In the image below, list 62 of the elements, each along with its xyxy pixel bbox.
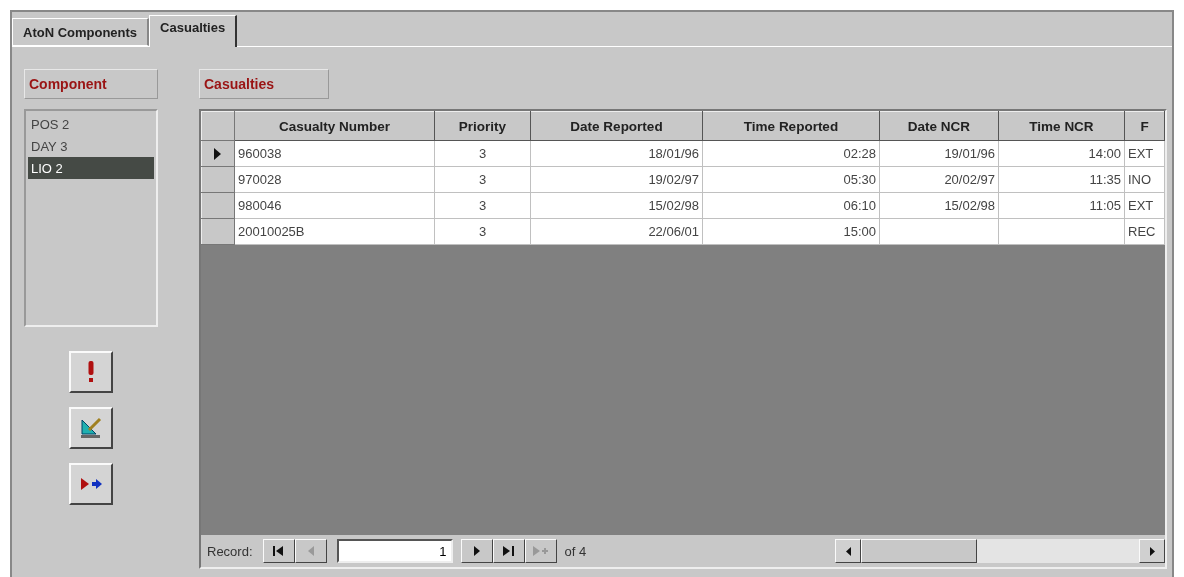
column-header[interactable]: Date Reported [530,111,703,141]
scroll-right-button[interactable] [1139,539,1165,563]
table-cell: 15:00 [702,218,880,245]
table-cell: 18/01/96 [530,140,703,167]
table-cell: 05:30 [702,166,880,193]
tab[interactable]: AtoN Components [12,18,150,46]
left-arrow-icon [845,546,851,556]
new-record-icon [532,546,549,556]
table-cell: 3 [434,140,531,167]
record-number-field[interactable]: 1 [336,539,453,563]
last-record-button[interactable] [492,539,525,563]
table-cell: 06:10 [702,192,880,219]
first-record-button[interactable] [262,539,295,563]
table-cell: 19/02/97 [530,166,703,193]
table-cell: 3 [434,192,531,219]
table-cell: 19/01/96 [879,140,999,167]
record-label: Record: [207,543,253,559]
first-record-icon [272,546,285,556]
table-cell: 11:05 [998,192,1125,219]
scroll-left-button[interactable] [835,539,861,563]
table-cell: 02:28 [702,140,880,167]
table-cell: 970028 [234,166,435,193]
current-row-icon [214,147,221,160]
column-header[interactable]: Time Reported [702,111,880,141]
table-cell: 980046 [234,192,435,219]
list-item[interactable]: DAY 3 [28,135,154,157]
pen-ruler-icon [79,416,103,440]
table-cell: 14:00 [998,140,1125,167]
list-item[interactable]: LIO 2 [28,157,154,179]
record-count: of 4 [564,543,587,559]
table-cell: 20010025B [234,218,435,245]
next-record-button[interactable] [460,539,493,563]
column-header[interactable]: F [1124,111,1165,141]
last-record-icon [502,546,515,556]
corner-cell [201,111,235,141]
right-arrow-icon [1149,546,1155,556]
list-item[interactable]: POS 2 [28,113,154,135]
column-header[interactable]: Time NCR [998,111,1125,141]
tab[interactable]: Casualties [149,15,238,47]
table-cell: 960038 [234,140,435,167]
arrow-dot-icon [79,478,103,490]
scroll-thumb[interactable] [861,539,977,563]
table-cell: 3 [434,166,531,193]
goto-button[interactable] [69,463,113,505]
table-cell: 15/02/98 [530,192,703,219]
previous-icon [307,546,314,556]
casualties-label: Casualties [199,69,329,99]
next-icon [473,546,480,556]
horizontal-scrollbar[interactable] [835,539,1165,563]
table-cell: 20/02/97 [879,166,999,193]
exclamation-icon [87,361,95,383]
table-cell: 22/06/01 [530,218,703,245]
row-selector[interactable] [201,140,235,167]
column-header[interactable]: Priority [434,111,531,141]
column-header[interactable]: Date NCR [879,111,999,141]
edit-button[interactable] [69,407,113,449]
alert-button[interactable] [69,351,113,393]
column-header[interactable]: Casualty Number [234,111,435,141]
table-cell: 15/02/98 [879,192,999,219]
table-cell: 3 [434,218,531,245]
component-label: Component [24,69,158,99]
table-cell: 11:35 [998,166,1125,193]
